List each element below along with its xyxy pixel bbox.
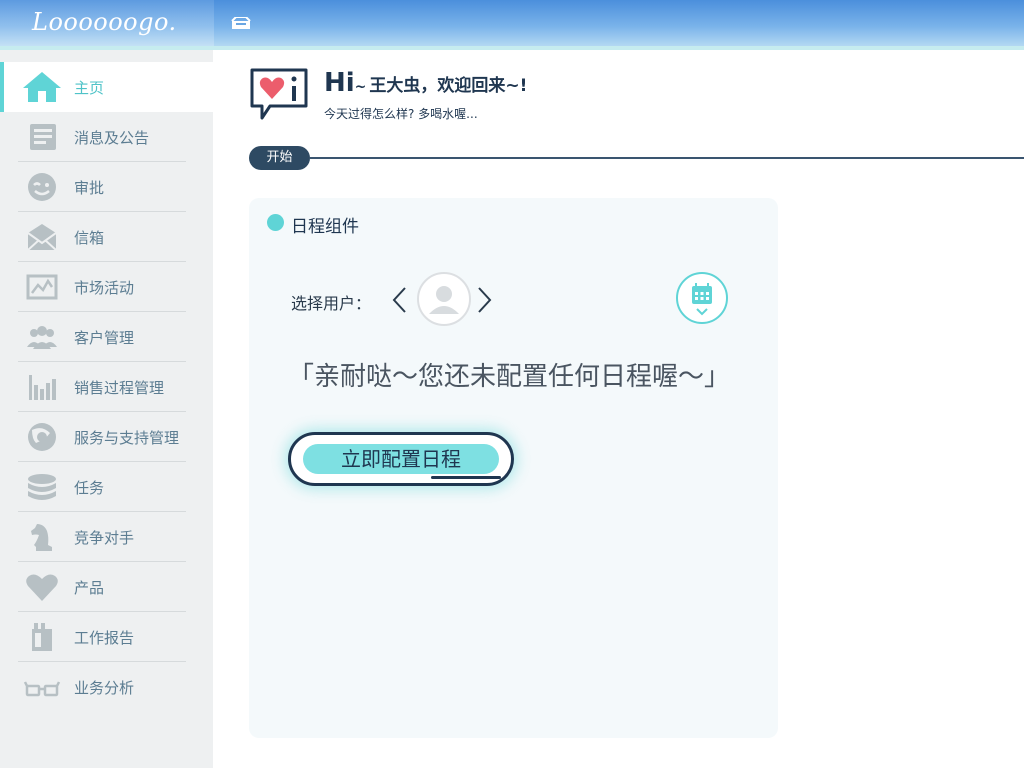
greeting-subtitle: 今天过得怎么样? 多喝水喔... [324,107,478,121]
section-divider [310,157,1024,159]
bar-chart-icon [29,375,56,400]
user-avatar[interactable] [417,272,471,326]
button-underline [431,476,501,479]
heart-icon [26,574,58,601]
report-icon [32,623,52,651]
sidebar: 主页 消息及公告 审批 信箱 市场活动 客户管理 销售过程管理 服务与支持管理 … [0,50,213,768]
top-bar: Loooooogo. [0,0,1024,48]
logo-area: Loooooogo. [0,0,214,48]
widget-bullet [267,214,284,231]
app-logo[interactable]: Loooooogo. [32,8,177,36]
widget-title: 日程组件 [291,217,359,237]
sidebar-item-label: 任务 [74,479,105,497]
calendar-dropdown-button[interactable] [676,272,728,324]
chess-knight-icon [31,524,52,551]
sidebar-item-label: 信箱 [74,229,105,247]
configure-schedule-label: 立即配置日程 [303,444,499,474]
sidebar-item-competitors[interactable]: 竞争对手 [0,512,213,562]
sidebar-item-news[interactable]: 消息及公告 [0,112,213,162]
news-icon [30,124,56,150]
empty-schedule-message: 「亲耐哒～您还未配置任何日程喔～」 [288,362,731,392]
sidebar-item-home[interactable]: 主页 [0,62,213,112]
sidebar-item-mailbox[interactable]: 信箱 [0,212,213,262]
sidebar-item-sales-process[interactable]: 销售过程管理 [0,362,213,412]
mail-icon [27,224,57,251]
sidebar-item-products[interactable]: 产品 [0,562,213,612]
approval-icon [28,173,56,201]
sidebar-item-label: 市场活动 [74,279,135,297]
calendar-icon [692,283,712,316]
sidebar-item-label: 销售过程管理 [74,379,165,397]
task-stack-icon [28,474,56,500]
sidebar-item-label: 服务与支持管理 [74,429,180,447]
sidebar-item-approval[interactable]: 审批 [0,162,213,212]
next-user-arrow-icon[interactable] [476,284,494,316]
configure-schedule-button[interactable]: 立即配置日程 [288,432,514,486]
sidebar-item-label: 竞争对手 [74,529,135,547]
sidebar-item-label: 消息及公告 [74,129,150,147]
home-icon [23,72,61,102]
glasses-icon [23,681,61,697]
user-placeholder-icon [429,286,459,314]
sidebar-item-marketing[interactable]: 市场活动 [0,262,213,312]
sidebar-item-label: 主页 [74,79,105,97]
greeting-tilde: ~ [354,79,367,95]
sidebar-item-customers[interactable]: 客户管理 [0,312,213,362]
market-chart-icon [26,274,58,300]
sidebar-item-label: 产品 [74,579,105,597]
greeting-hi: Hi [324,68,355,98]
sidebar-item-label: 审批 [74,179,105,197]
greeting-title: Hi~ 王大虫，欢迎回来~! [324,68,527,98]
sidebar-item-label: 业务分析 [74,679,135,697]
greeting-message: 王大虫，欢迎回来~! [369,76,528,96]
previous-user-arrow-icon[interactable] [390,284,408,316]
sidebar-item-tasks[interactable]: 任务 [0,462,213,512]
sidebar-item-work-report[interactable]: 工作报告 [0,612,213,662]
section-label-start: 开始 [249,146,310,170]
sidebar-item-label: 客户管理 [74,329,135,347]
sidebar-item-service-support[interactable]: 服务与支持管理 [0,412,213,462]
sidebar-item-business-analysis[interactable]: 业务分析 [0,662,213,712]
tray-icon[interactable] [230,17,252,31]
sidebar-item-label: 工作报告 [74,629,135,647]
customers-icon [27,326,57,349]
service-globe-icon [28,423,56,451]
heart-message-icon [250,68,308,120]
select-user-label: 选择用户： [291,294,372,313]
